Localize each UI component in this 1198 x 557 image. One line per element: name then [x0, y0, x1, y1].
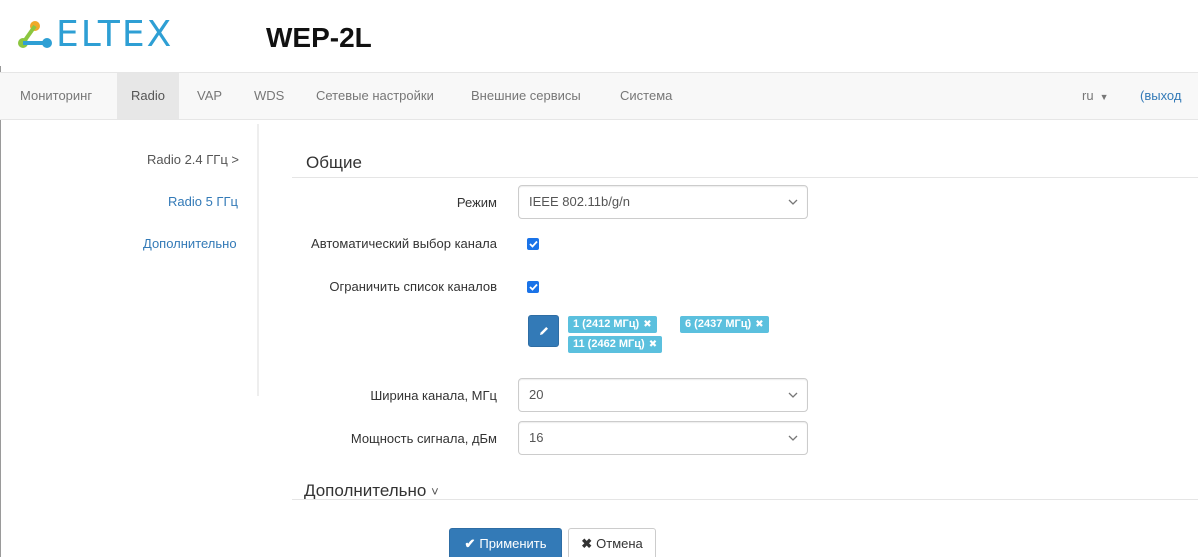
- nav-item-external-services[interactable]: Внешние сервисы: [459, 73, 593, 119]
- limit-channels-checkbox[interactable]: [527, 281, 539, 293]
- language-dropdown[interactable]: ru ▼: [1082, 73, 1108, 119]
- nav-item-vap[interactable]: VAP: [185, 73, 234, 119]
- cancel-button[interactable]: ✖ Отмена: [568, 528, 656, 557]
- section-divider: [292, 499, 1198, 500]
- close-icon: ✖: [581, 536, 593, 551]
- apply-button[interactable]: ✔ Применить: [449, 528, 562, 557]
- signal-power-select[interactable]: 16: [518, 421, 808, 455]
- chevron-right-icon: >: [231, 152, 240, 167]
- edit-channels-button[interactable]: [528, 315, 559, 347]
- channel-width-label: Ширина канала, МГц: [370, 388, 497, 403]
- limit-channels-label: Ограничить список каналов: [329, 279, 497, 294]
- mode-label: Режим: [456, 195, 497, 210]
- nav-item-monitoring[interactable]: Мониторинг: [8, 73, 104, 119]
- apply-button-label: Применить: [479, 536, 547, 551]
- side-item-radio-5[interactable]: Radio 5 ГГц: [168, 194, 238, 209]
- channel-tag-label: 11 (2462 МГц): [573, 338, 645, 350]
- header: ELTEX WEP-2L: [0, 0, 1198, 66]
- nav-item-network-settings[interactable]: Сетевые настройки: [304, 73, 446, 119]
- eltex-logo[interactable]: ELTEX: [16, 14, 174, 55]
- device-model: WEP-2L: [266, 22, 372, 53]
- nav-item-radio[interactable]: Radio: [117, 73, 179, 119]
- section-title-advanced-label: Дополнительно: [304, 481, 427, 500]
- side-item-additional[interactable]: Дополнительно: [143, 236, 237, 251]
- check-icon: [528, 240, 538, 248]
- check-icon: ✔: [464, 536, 476, 551]
- channel-width-select[interactable]: 20: [518, 378, 808, 412]
- auto-channel-label: Автоматический выбор канала: [311, 236, 497, 251]
- side-item-label: Radio 2.4 ГГц: [147, 152, 228, 167]
- chevron-down-icon: [787, 422, 799, 454]
- signal-power-label: Мощность сигнала, дБм: [350, 431, 497, 446]
- chevron-down-icon: [787, 186, 799, 218]
- nav-item-system[interactable]: Система: [608, 73, 684, 119]
- side-item-radio-24[interactable]: Radio 2.4 ГГц >: [147, 152, 239, 167]
- channel-tag[interactable]: 11 (2462 МГц) ✖: [568, 336, 663, 353]
- channel-tag-label: 6 (2437 МГц): [685, 318, 752, 330]
- channel-tag[interactable]: 6 (2437 МГц) ✖: [680, 316, 769, 333]
- signal-power-value: 16: [529, 430, 544, 445]
- caret-down-icon: ▼: [1099, 92, 1109, 102]
- pencil-icon: [539, 327, 548, 335]
- channel-tag-label: 1 (2412 МГц): [573, 318, 640, 330]
- chevron-down-icon: [787, 379, 799, 411]
- logo-text: ELTEX: [56, 14, 174, 55]
- section-title-general: Общие: [306, 153, 362, 172]
- mode-select-value: IEEE 802.11b/g/n: [529, 194, 630, 209]
- remove-icon[interactable]: ✖: [755, 319, 763, 330]
- cancel-button-label: Отмена: [596, 536, 643, 551]
- channel-width-value: 20: [529, 387, 544, 402]
- mode-select[interactable]: IEEE 802.11b/g/n: [518, 185, 808, 219]
- auto-channel-checkbox[interactable]: [527, 238, 539, 250]
- side-divider: [257, 124, 259, 396]
- eltex-logo-icon: [18, 21, 52, 48]
- check-icon: [528, 283, 538, 291]
- channel-tag[interactable]: 1 (2412 МГц) ✖: [568, 316, 657, 333]
- remove-icon[interactable]: ✖: [649, 339, 657, 350]
- language-label: ru: [1082, 88, 1094, 103]
- section-title-advanced[interactable]: Дополнительно ˅: [304, 481, 439, 501]
- nav-item-wds[interactable]: WDS: [242, 73, 296, 119]
- chevron-down-icon: ˅: [431, 484, 439, 499]
- remove-icon[interactable]: ✖: [643, 319, 651, 330]
- logout-link[interactable]: (выход: [1140, 73, 1181, 119]
- top-navbar: Мониторинг Radio VAP WDS Сетевые настрой…: [0, 72, 1198, 120]
- section-divider: [292, 177, 1198, 178]
